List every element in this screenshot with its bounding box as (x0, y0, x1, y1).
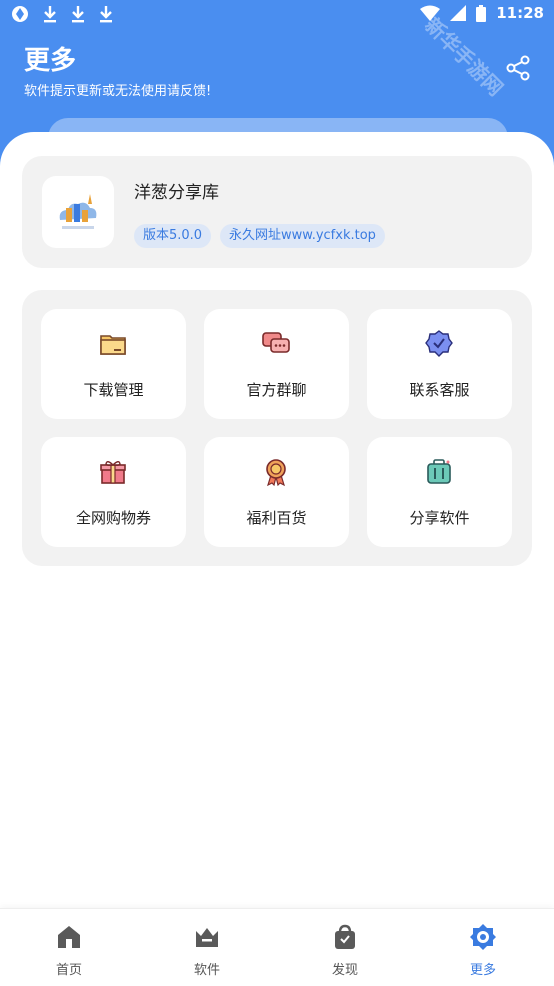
status-time: 11:28 (496, 4, 544, 22)
app-status-icon (12, 6, 28, 22)
grid-item-download-manager[interactable]: 下载管理 (41, 309, 186, 419)
nav-item-software[interactable]: 软件 (138, 909, 276, 986)
grid-item-customer-service[interactable]: 联系客服 (367, 309, 512, 419)
url-badge[interactable]: 永久网址www.ycfxk.top (220, 224, 385, 248)
chat-icon (262, 332, 290, 353)
grid-item-shopping-coupons[interactable]: 全网购物券 (41, 437, 186, 547)
medal-icon (266, 459, 286, 487)
page-title: 更多 (24, 46, 77, 76)
app-name: 洋葱分享库 (134, 183, 219, 203)
crown-icon (196, 928, 218, 947)
feature-grid: 下载管理 官方群聊 联系客服 全网购物券 福利百货 分享软件 (22, 290, 532, 566)
bottom-nav: 首页 软件 发现 更多 (0, 908, 554, 986)
folder-icon (100, 335, 126, 355)
gift-icon (100, 461, 126, 484)
wifi-icon (420, 5, 441, 21)
status-bar: 11:28 (0, 0, 554, 32)
app-logo (42, 176, 114, 248)
home-icon (58, 926, 80, 948)
grid-item-label: 全网购物券 (75, 509, 151, 527)
download-icon (72, 6, 84, 23)
grid-item-share-app[interactable]: 分享软件 (367, 437, 512, 547)
version-badge: 版本5.0.0 (134, 224, 212, 248)
nav-label: 发现 (331, 963, 358, 978)
more-icon (470, 924, 496, 950)
grid-item-label: 下载管理 (83, 381, 144, 399)
grid-item-label: 福利百货 (246, 509, 307, 527)
verified-badge-icon (425, 330, 453, 357)
nav-label: 首页 (55, 963, 82, 978)
bag-icon (335, 924, 355, 949)
page-subtitle: 软件提示更新或无法使用请反馈! (24, 84, 212, 99)
download-icon (44, 6, 56, 23)
download-icon (100, 6, 112, 23)
grid-item-welfare-store[interactable]: 福利百货 (204, 437, 349, 547)
nav-item-more[interactable]: 更多 (414, 909, 552, 986)
app-logo-icon (59, 194, 97, 229)
grid-item-label: 联系客服 (409, 381, 470, 399)
grid-item-official-group[interactable]: 官方群聊 (204, 309, 349, 419)
grid-item-label: 分享软件 (409, 509, 470, 527)
share-icon[interactable] (504, 54, 532, 82)
grid-item-label: 官方群聊 (246, 381, 307, 399)
nav-label: 更多 (469, 963, 496, 978)
battery-icon (476, 4, 487, 22)
app-info-card: 洋葱分享库 版本5.0.0 永久网址www.ycfxk.top (22, 156, 532, 268)
nav-label: 软件 (193, 963, 220, 978)
nav-item-home[interactable]: 首页 (0, 909, 138, 986)
signal-icon (450, 5, 467, 21)
nav-item-discover[interactable]: 发现 (276, 909, 414, 986)
suitcase-icon (427, 459, 451, 484)
